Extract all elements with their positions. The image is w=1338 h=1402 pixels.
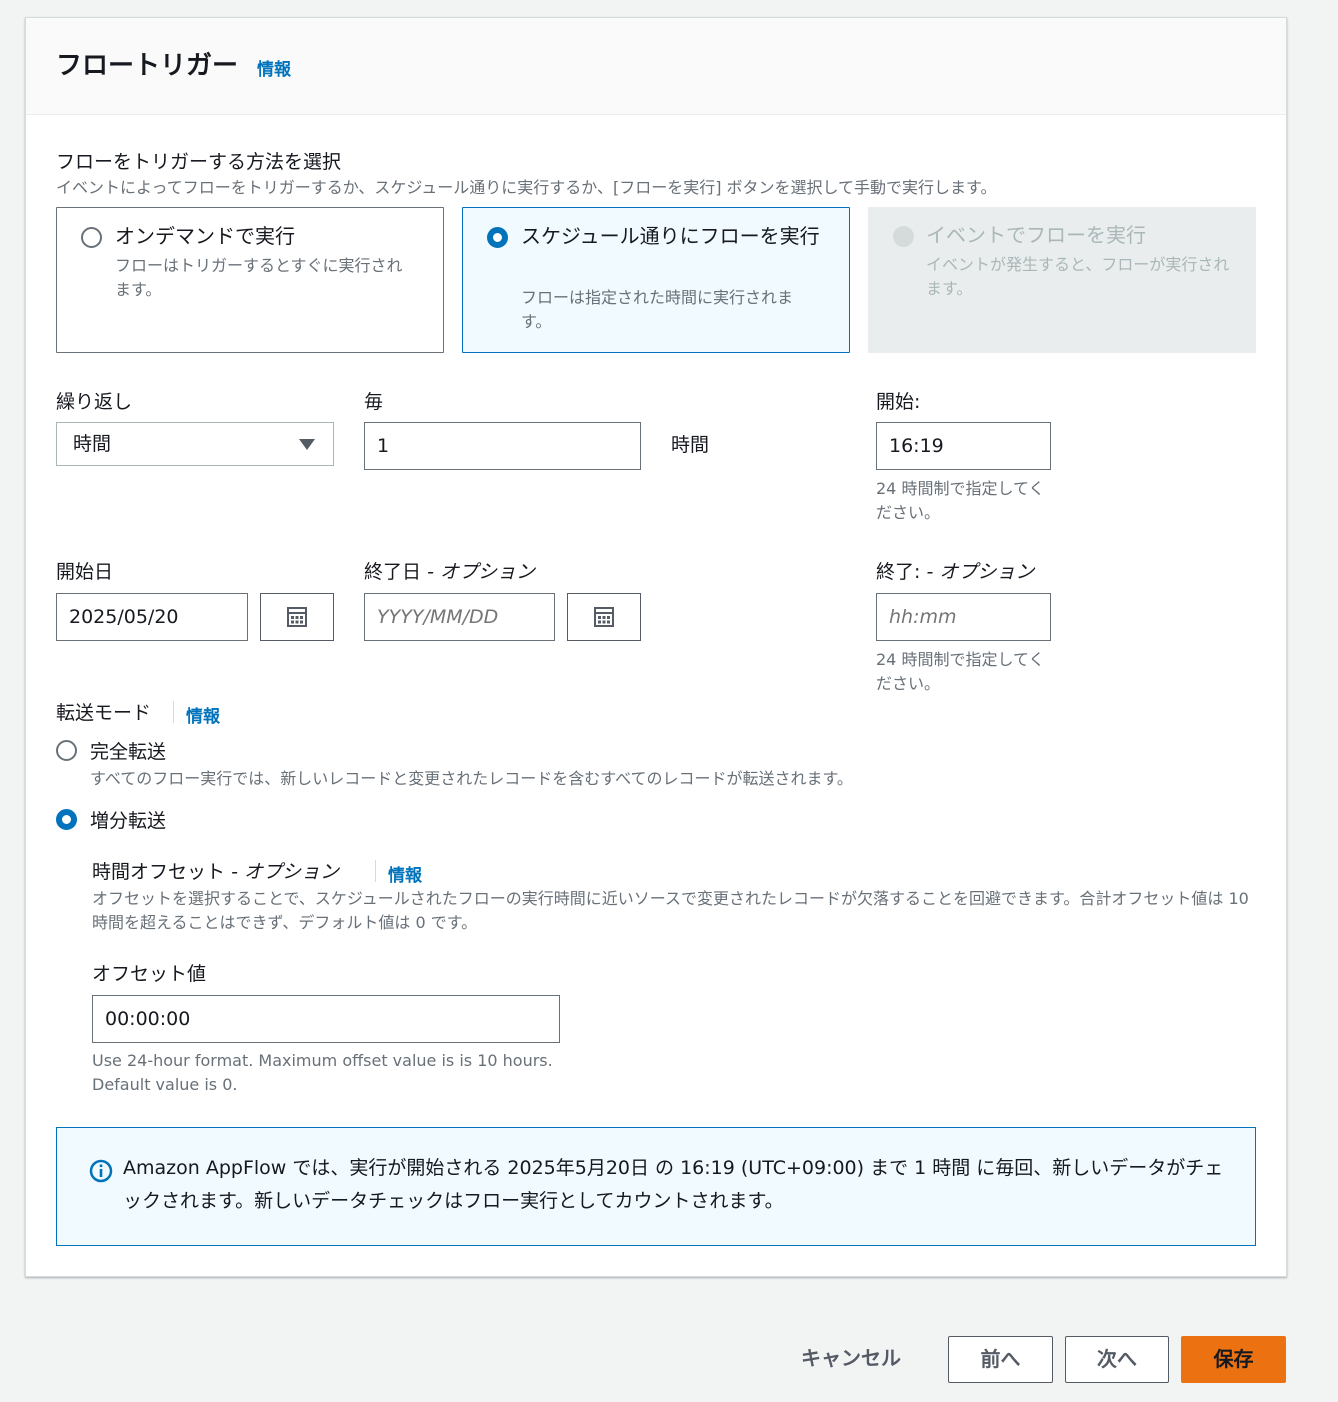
incremental-transfer-title: 増分転送: [90, 810, 167, 832]
tile-event-desc: イベントが発生すると、フローが実行されます。: [926, 255, 1230, 298]
every-label: 毎: [364, 391, 384, 413]
end-time-label-text: 終了:: [876, 561, 921, 583]
end-time-hint: 24 時間制で指定してください。: [876, 650, 1045, 693]
info-icon: [89, 1159, 113, 1183]
full-transfer-title: 完全転送: [90, 741, 167, 763]
repeat-select[interactable]: 時間: [56, 422, 334, 466]
calendar-icon: [594, 607, 614, 627]
end-date-input[interactable]: [364, 593, 555, 641]
offset-value-hint: Use 24-hour format. Maximum offset value…: [92, 1051, 553, 1094]
radio-event: [893, 226, 914, 247]
tile-schedule-title: スケジュール通りにフローを実行: [521, 224, 820, 248]
trigger-heading: フローをトリガーする方法を選択: [56, 151, 342, 173]
cancel-button[interactable]: キャンセル: [790, 1336, 912, 1383]
end-date-calendar-button[interactable]: [567, 593, 641, 641]
tile-event: イベントでフローを実行 イベントが発生すると、フローが実行されます。: [868, 207, 1256, 353]
panel-title: フロートリガー: [56, 51, 239, 81]
offset-label: 時間オフセット - オプション: [92, 857, 339, 884]
radio-full-transfer[interactable]: [56, 740, 77, 761]
label-divider: [375, 860, 376, 882]
start-date-input[interactable]: 2025/05/20: [56, 593, 248, 641]
caret-down-icon: [299, 439, 315, 450]
transfer-mode-label: 転送モード: [56, 702, 152, 724]
offset-desc: オフセットを選択することで、スケジュールされたフローの実行時間に近いソースで変更…: [92, 889, 1249, 932]
tile-event-title: イベントでフローを実行: [926, 223, 1146, 247]
offset-info-link[interactable]: 情報: [388, 861, 422, 886]
info-alert-text: Amazon AppFlow では、実行が開始される 2025年5月20日 の …: [123, 1157, 1224, 1212]
next-button[interactable]: 次へ: [1065, 1336, 1169, 1383]
offset-value-label: オフセット値: [92, 963, 207, 985]
end-date-label-text: 終了日: [364, 561, 422, 583]
repeat-label: 繰り返し: [56, 391, 133, 413]
trigger-description: イベントによってフローをトリガーするか、スケジュール通りに実行するか、[フローを…: [56, 178, 997, 197]
previous-button[interactable]: 前へ: [948, 1336, 1053, 1383]
every-input[interactable]: 1: [364, 422, 641, 470]
every-unit: 時間: [671, 434, 710, 456]
calendar-icon: [287, 607, 307, 627]
end-time-input[interactable]: [876, 593, 1051, 641]
tile-on-demand-desc: フローはトリガーするとすぐに実行されます。: [115, 256, 403, 299]
offset-label-text: 時間オフセット: [92, 861, 226, 883]
radio-schedule[interactable]: [487, 227, 508, 248]
offset-value-input[interactable]: 00:00:00: [92, 995, 560, 1043]
header-info-link[interactable]: 情報: [257, 55, 291, 80]
tile-on-demand[interactable]: オンデマンドで実行 フローはトリガーするとすぐに実行されます。: [56, 207, 444, 353]
end-time-optional: - オプション: [926, 561, 1035, 583]
start-date-calendar-button[interactable]: [260, 593, 334, 641]
start-time-input[interactable]: 16:19: [876, 422, 1051, 470]
label-divider: [173, 701, 174, 723]
end-date-optional: - オプション: [427, 561, 535, 583]
full-transfer-desc: すべてのフロー実行では、新しいレコードと変更されたレコードを含むすべてのレコード…: [90, 769, 853, 788]
radio-incremental-transfer[interactable]: [56, 809, 77, 830]
transfer-info-link[interactable]: 情報: [186, 702, 220, 727]
save-button[interactable]: 保存: [1181, 1336, 1286, 1383]
start-date-label: 開始日: [56, 561, 114, 583]
start-time-label: 開始:: [876, 391, 921, 413]
tile-schedule[interactable]: スケジュール通りにフローを実行 フローは指定された時間に実行されます。: [462, 207, 850, 353]
start-time-hint: 24 時間制で指定してください。: [876, 479, 1045, 522]
radio-on-demand[interactable]: [81, 227, 102, 248]
end-date-label: 終了日 - オプション: [364, 557, 535, 584]
tile-on-demand-title: オンデマンドで実行: [115, 224, 295, 248]
tile-schedule-desc: フローは指定された時間に実行されます。: [521, 288, 794, 331]
offset-optional: - オプション: [231, 861, 339, 883]
end-time-label: 終了: - オプション: [876, 557, 1034, 584]
repeat-select-value: 時間: [73, 433, 112, 455]
